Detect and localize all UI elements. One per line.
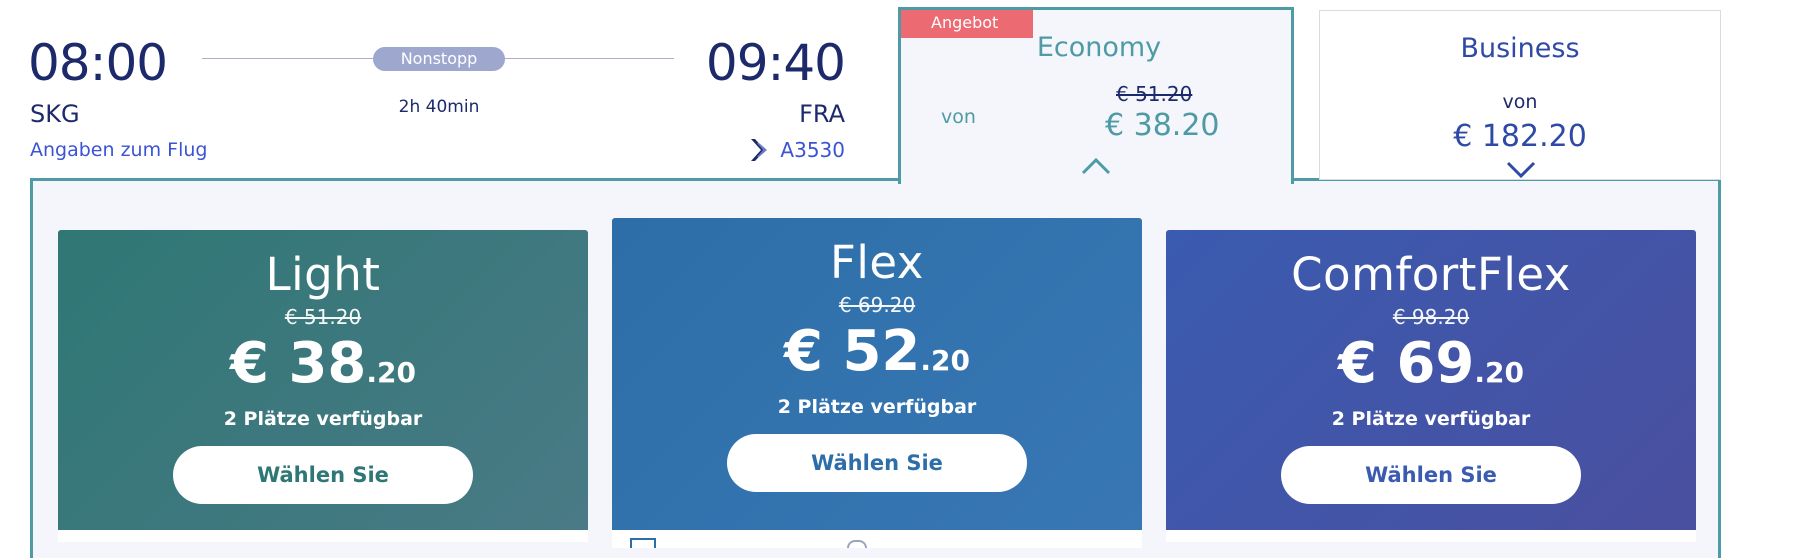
nonstop-badge: Nonstopp bbox=[373, 47, 505, 71]
business-title: Business bbox=[1460, 33, 1580, 64]
fare-price: € 38.20 bbox=[58, 331, 588, 396]
offer-ribbon-label: Angebot bbox=[931, 13, 999, 32]
fare-price: € 69.20 bbox=[1166, 331, 1696, 396]
fare-card-comfortflex: ComfortFlex € 98.20 € 69.20 2 Plätze ver… bbox=[1166, 230, 1696, 542]
compare-radio[interactable] bbox=[847, 540, 867, 548]
flight-details-link[interactable]: Angaben zum Flug bbox=[30, 139, 207, 161]
fare-price-main: € 52 bbox=[784, 319, 921, 384]
card-footer bbox=[1166, 530, 1696, 542]
flight-number-label: A3530 bbox=[780, 138, 845, 162]
fare-old-price: € 69.20 bbox=[838, 293, 916, 317]
fare-price-main: € 38 bbox=[230, 331, 367, 396]
tab-business[interactable]: Business von € 182.20 bbox=[1319, 10, 1721, 180]
fare-name: Flex bbox=[830, 236, 924, 289]
arrival-airport-code: FRA bbox=[799, 100, 845, 128]
seats-available: 2 Plätze verfügbar bbox=[223, 408, 423, 430]
departure-airport-code: SKG bbox=[30, 100, 80, 128]
fare-price-main: € 69 bbox=[1338, 331, 1475, 396]
flight-number: A3530 bbox=[748, 137, 845, 163]
card-footer bbox=[58, 530, 588, 542]
fare-price: € 52.20 bbox=[612, 319, 1142, 384]
arrival-time: 09:40 bbox=[705, 34, 846, 92]
economy-title: Economy bbox=[1036, 32, 1162, 63]
fare-name: Light bbox=[265, 248, 381, 301]
fare-price-cents: .20 bbox=[1474, 356, 1524, 389]
economy-old-price: € 51.20 bbox=[1116, 82, 1193, 106]
fare-card-flex: Flex € 69.20 € 52.20 2 Plätze verfügbar … bbox=[612, 218, 1142, 548]
select-light-button[interactable]: Wählen Sie bbox=[173, 446, 473, 504]
chevron-up-icon[interactable] bbox=[1081, 157, 1111, 175]
departure-time: 08:00 bbox=[28, 34, 168, 92]
select-flex-button[interactable]: Wählen Sie bbox=[727, 434, 1027, 492]
compare-checkbox[interactable] bbox=[630, 538, 656, 548]
economy-price: € 38.20 bbox=[1105, 108, 1220, 143]
economy-from-label: von bbox=[941, 106, 976, 128]
fare-card-light: Light € 51.20 € 38.20 2 Plätze verfügbar… bbox=[58, 230, 588, 542]
flight-summary: 08:00 SKG Nonstopp 2h 40min 09:40 FRA An… bbox=[0, 0, 900, 180]
business-price: € 182.20 bbox=[1453, 119, 1587, 154]
chevron-down-icon[interactable] bbox=[1506, 161, 1536, 179]
select-comfortflex-button[interactable]: Wählen Sie bbox=[1281, 446, 1581, 504]
fare-price-cents: .20 bbox=[366, 356, 416, 389]
tab-economy[interactable]: Angebot Economy von € 51.20 € 38.20 bbox=[898, 7, 1294, 184]
fare-price-cents: .20 bbox=[920, 344, 970, 377]
fare-name: ComfortFlex bbox=[1291, 248, 1571, 301]
flight-duration: 2h 40min bbox=[398, 97, 480, 117]
fare-old-price: € 98.20 bbox=[1392, 305, 1470, 329]
card-footer bbox=[612, 530, 1142, 548]
aegean-airlines-logo-icon bbox=[751, 139, 768, 161]
fare-old-price: € 51.20 bbox=[284, 305, 362, 329]
seats-available: 2 Plätze verfügbar bbox=[1331, 408, 1531, 430]
business-from-label: von bbox=[1502, 91, 1538, 113]
seats-available: 2 Plätze verfügbar bbox=[777, 396, 977, 418]
